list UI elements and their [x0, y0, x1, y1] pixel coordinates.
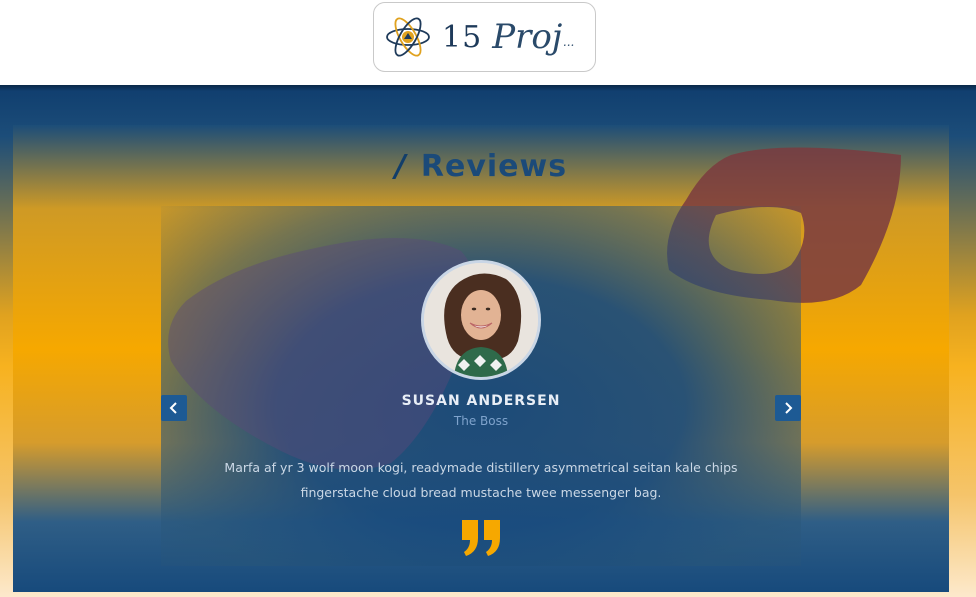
- quote-right-icon: [462, 520, 500, 556]
- avatar-photo: [424, 263, 538, 377]
- reviewer-name: SUSAN ANDERSEN: [401, 393, 561, 409]
- logo-word: Proj ...: [492, 17, 574, 57]
- logo-suffix: ...: [562, 35, 575, 49]
- title-text: Reviews: [420, 149, 568, 184]
- title-slash: /: [394, 149, 407, 184]
- reviews-section: / Reviews SUSAN ANDERSEN The Boss Marfa …: [0, 85, 976, 597]
- reviewer-role: The Boss: [453, 414, 509, 428]
- reviews-panel: / Reviews SUSAN ANDERSEN The Boss Marfa …: [13, 125, 949, 592]
- logo-number: 15: [442, 19, 483, 55]
- logo[interactable]: 15 Proj ...: [373, 2, 596, 72]
- avatar: [421, 260, 541, 380]
- atom-icon: [386, 17, 430, 57]
- logo-word-text: Proj: [492, 17, 563, 57]
- review-text: Marfa af yr 3 wolf moon kogi, readymade …: [224, 460, 738, 500]
- site-header: 15 Proj ...: [0, 0, 976, 85]
